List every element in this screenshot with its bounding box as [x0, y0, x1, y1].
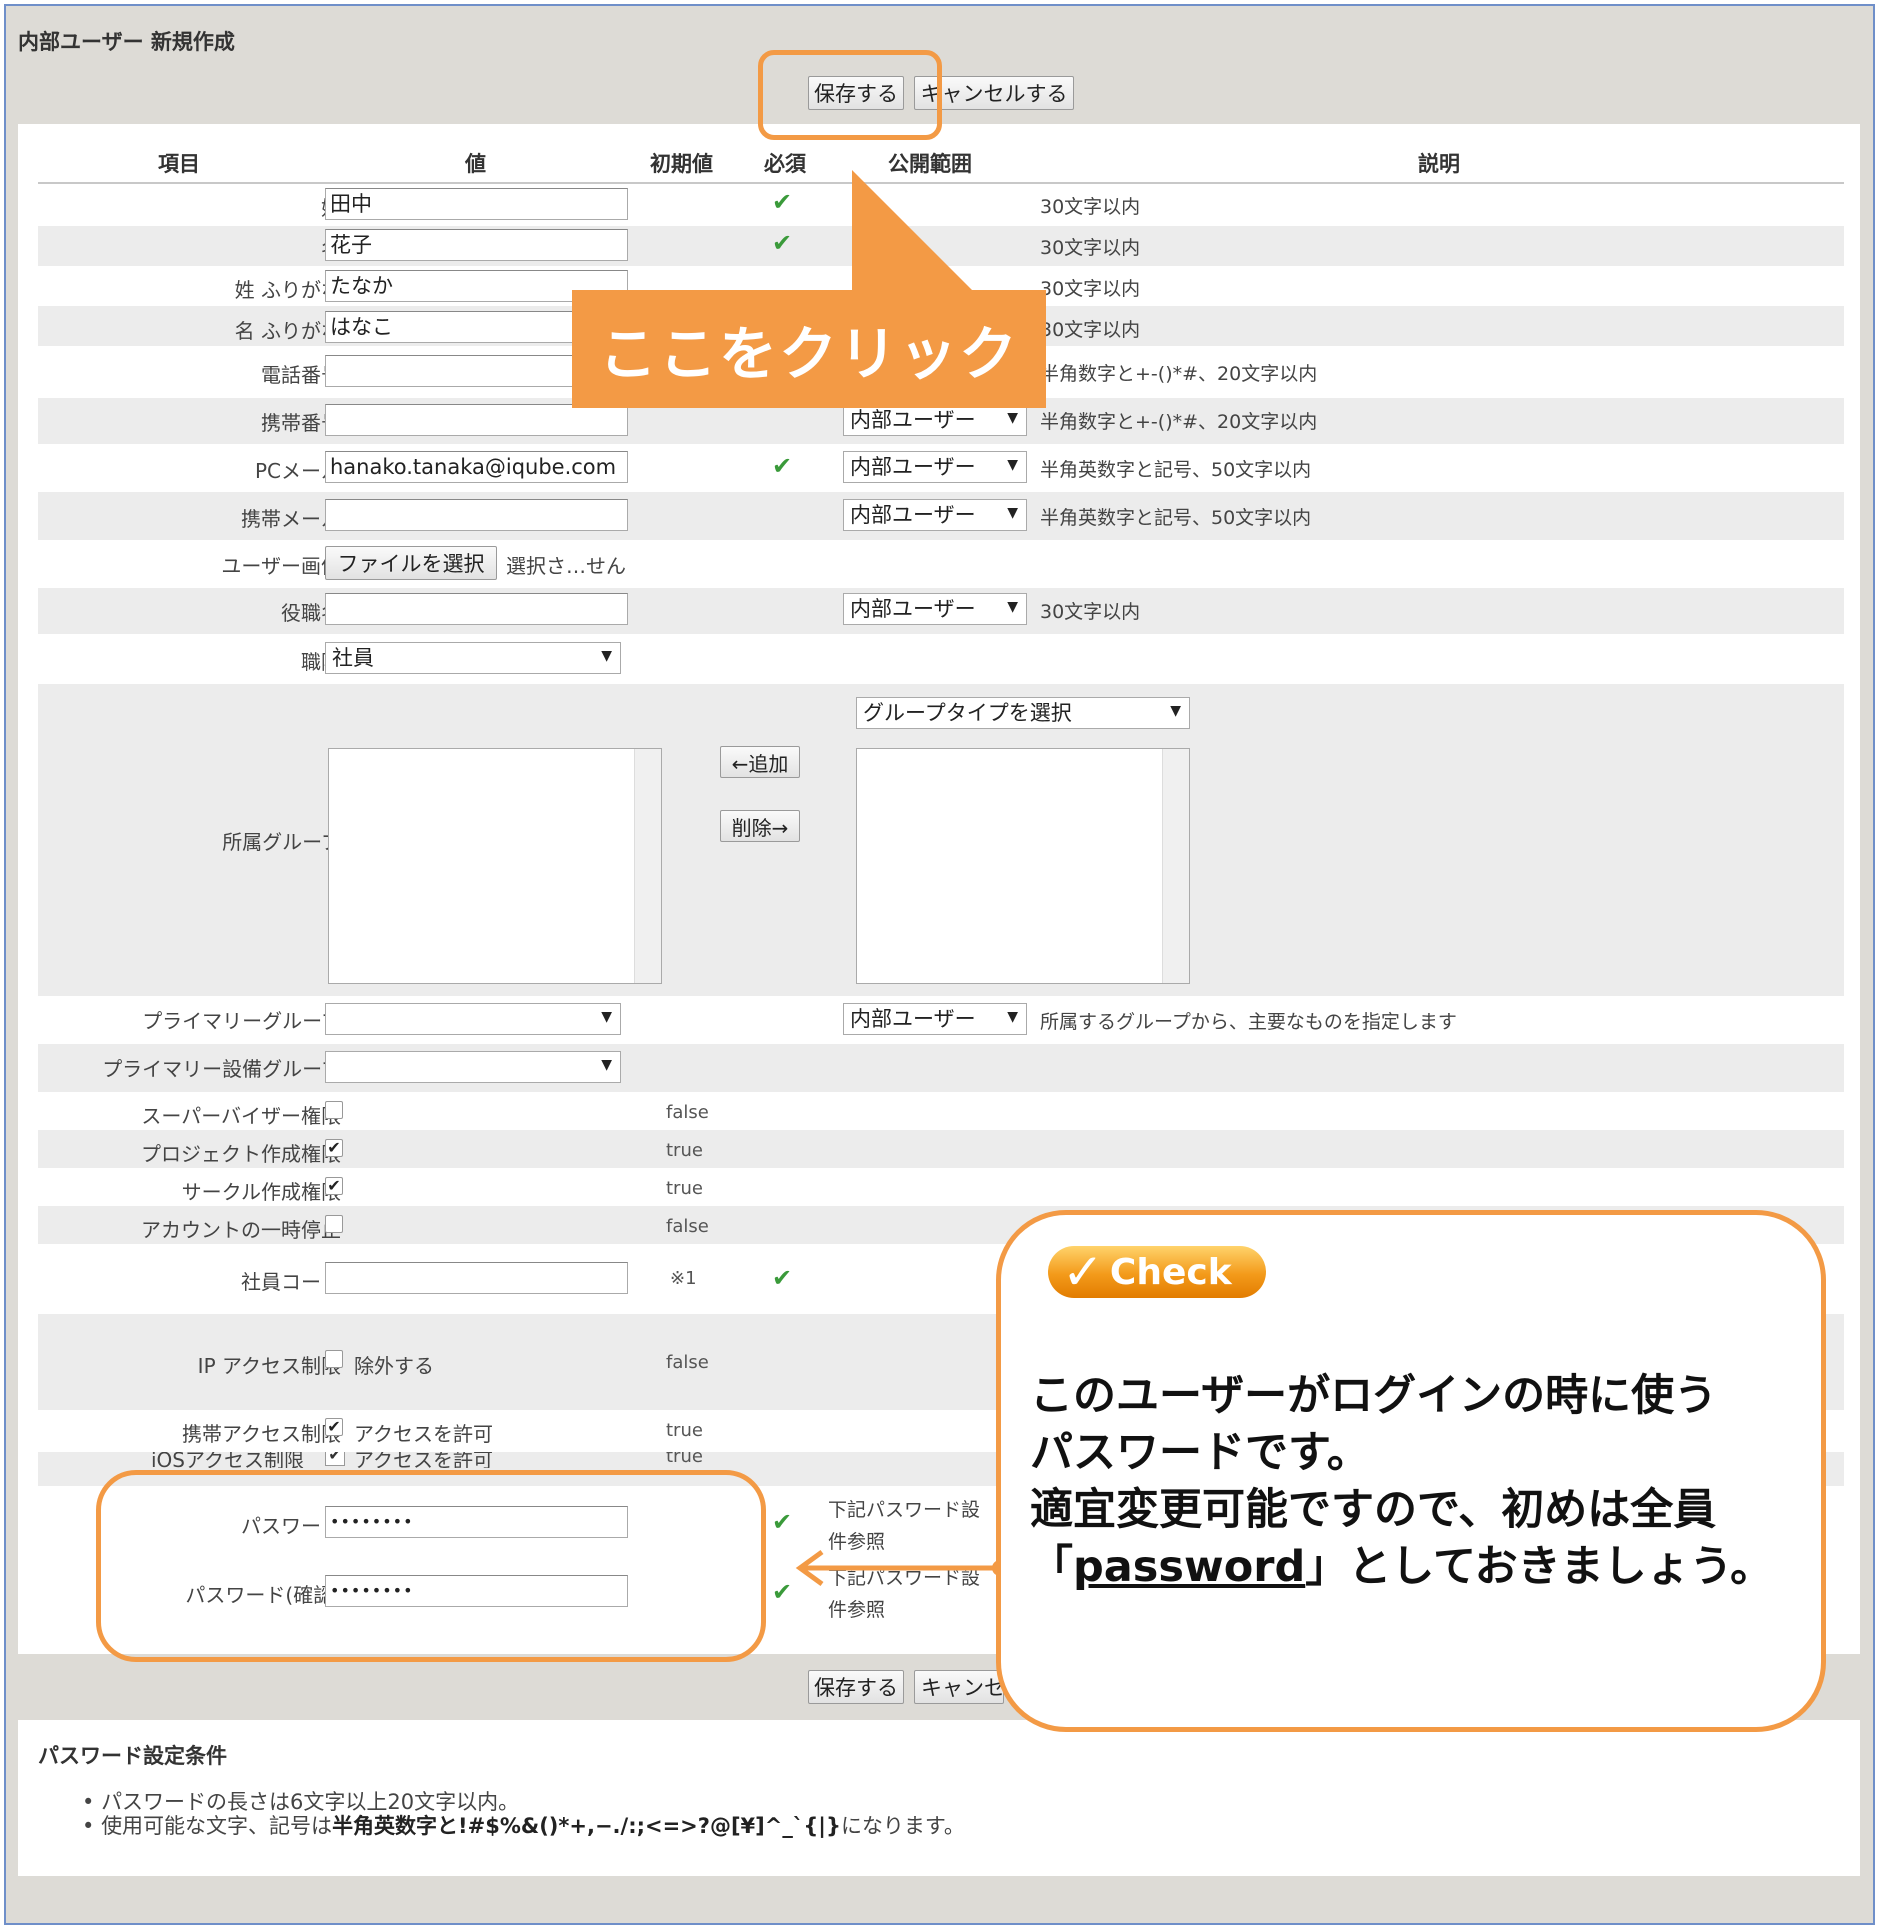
- click-pointer-arrow: [852, 170, 972, 290]
- check-mark-icon: ✓: [1062, 1243, 1104, 1301]
- password-highlight-box: [96, 1470, 766, 1662]
- callout-text: このユーザーがログインの時に使う パスワードです。 適宜変更可能ですので、初めは…: [1030, 1371, 1774, 1592]
- click-here-label: ここをクリック: [572, 290, 1046, 408]
- check-badge: ✓ Check: [1048, 1243, 1266, 1301]
